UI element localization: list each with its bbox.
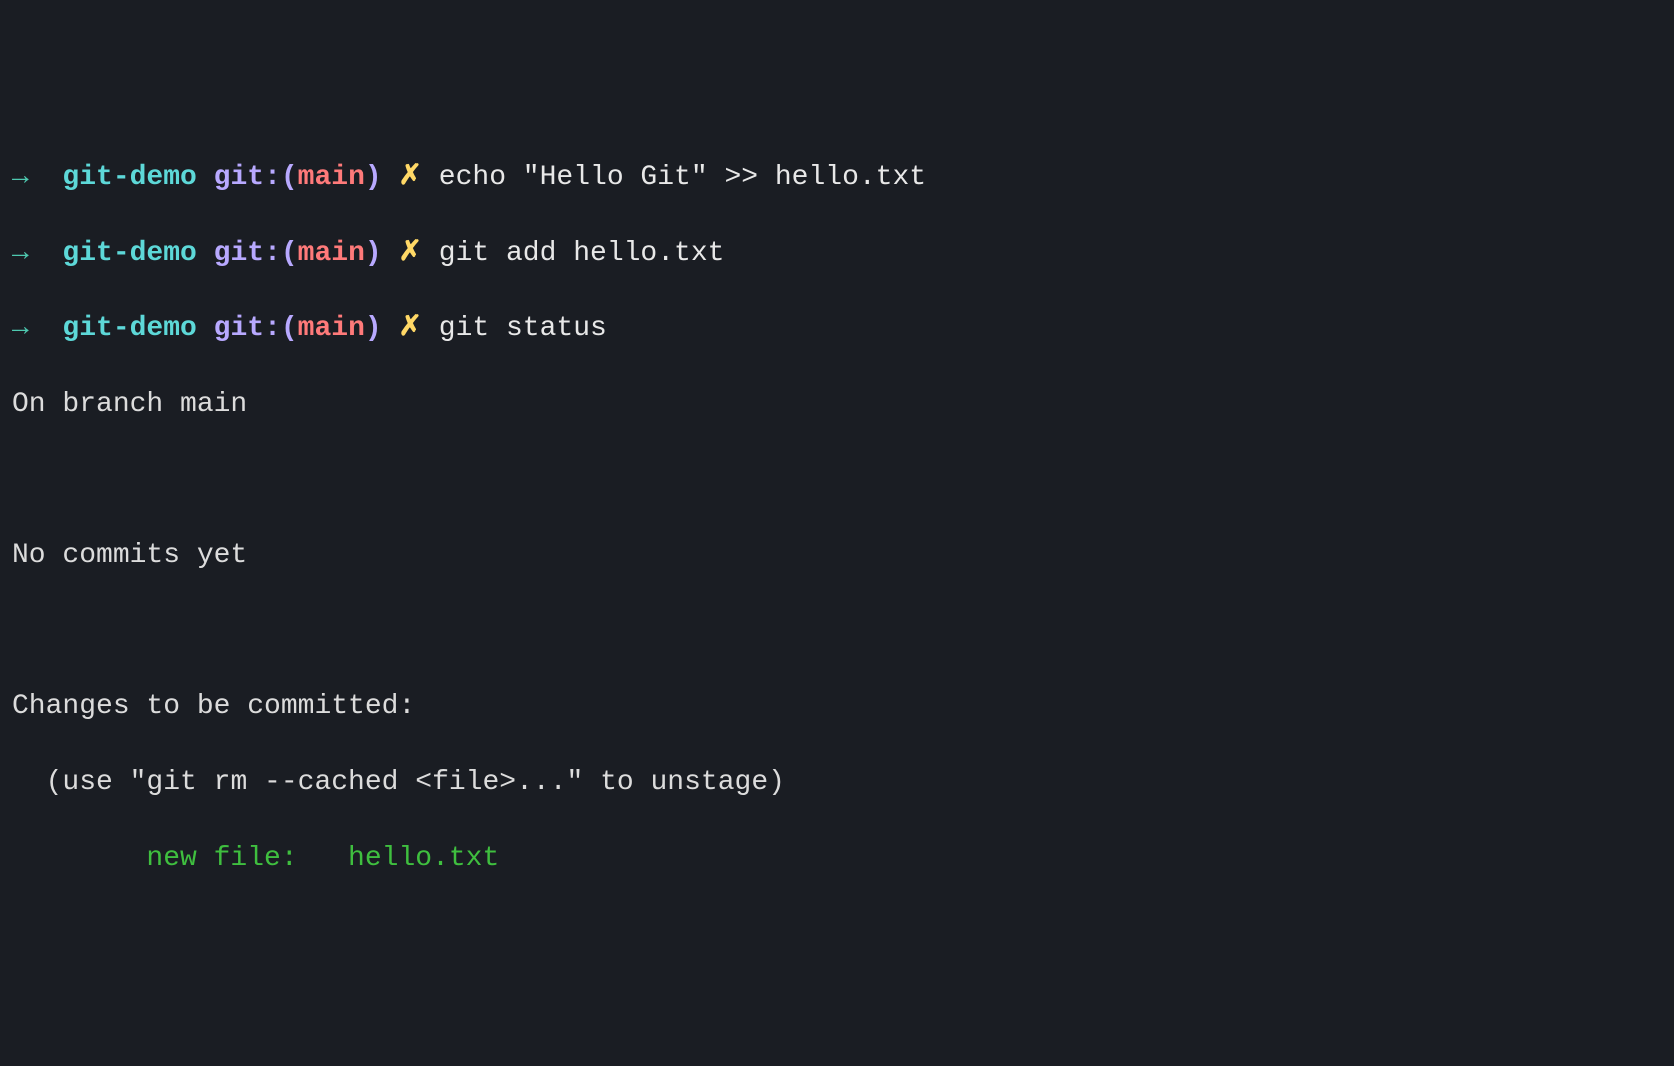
output-branch: On branch main xyxy=(12,386,1662,424)
prompt-git-prefix: git:( xyxy=(214,313,298,344)
prompt-git-prefix: git:( xyxy=(214,238,298,269)
staged-file-text: new file: hello.txt xyxy=(146,843,499,874)
prompt-arrow-icon: → xyxy=(12,313,29,344)
prompt-branch: main xyxy=(298,313,365,344)
output-staged-file: new file: hello.txt xyxy=(12,840,1662,878)
prompt-line-2[interactable]: → git-demo git:(main) ✗ git add hello.tx… xyxy=(12,235,1662,273)
unstage-hint-text: (use "git rm --cached <file>..." to unst… xyxy=(46,767,785,798)
prompt-arrow-icon: → xyxy=(12,238,29,269)
prompt-git-suffix: ) xyxy=(365,238,382,269)
prompt-git-prefix: git:( xyxy=(214,162,298,193)
prompt-dirty-icon: ✗ xyxy=(399,313,422,344)
prompt-dir: git-demo xyxy=(62,162,196,193)
command-1: echo "Hello Git" >> hello.txt xyxy=(439,162,926,193)
command-3: git status xyxy=(439,313,607,344)
command-2: git add hello.txt xyxy=(439,238,725,269)
output-blank-2 xyxy=(12,613,1662,651)
prompt-dir: git-demo xyxy=(62,238,196,269)
prompt-branch: main xyxy=(298,162,365,193)
prompt-branch: main xyxy=(298,238,365,269)
prompt-line-1[interactable]: → git-demo git:(main) ✗ echo "Hello Git"… xyxy=(12,159,1662,197)
prompt-dir: git-demo xyxy=(62,313,196,344)
output-no-commits: No commits yet xyxy=(12,537,1662,575)
prompt-git-suffix: ) xyxy=(365,162,382,193)
prompt-line-3[interactable]: → git-demo git:(main) ✗ git status xyxy=(12,310,1662,348)
prompt-dirty-icon: ✗ xyxy=(399,238,422,269)
output-changes-header: Changes to be committed: xyxy=(12,688,1662,726)
output-blank-1 xyxy=(12,462,1662,500)
output-unstage-hint: (use "git rm --cached <file>..." to unst… xyxy=(12,764,1662,802)
prompt-git-suffix: ) xyxy=(365,313,382,344)
prompt-arrow-icon: → xyxy=(12,162,29,193)
prompt-dirty-icon: ✗ xyxy=(399,162,422,193)
